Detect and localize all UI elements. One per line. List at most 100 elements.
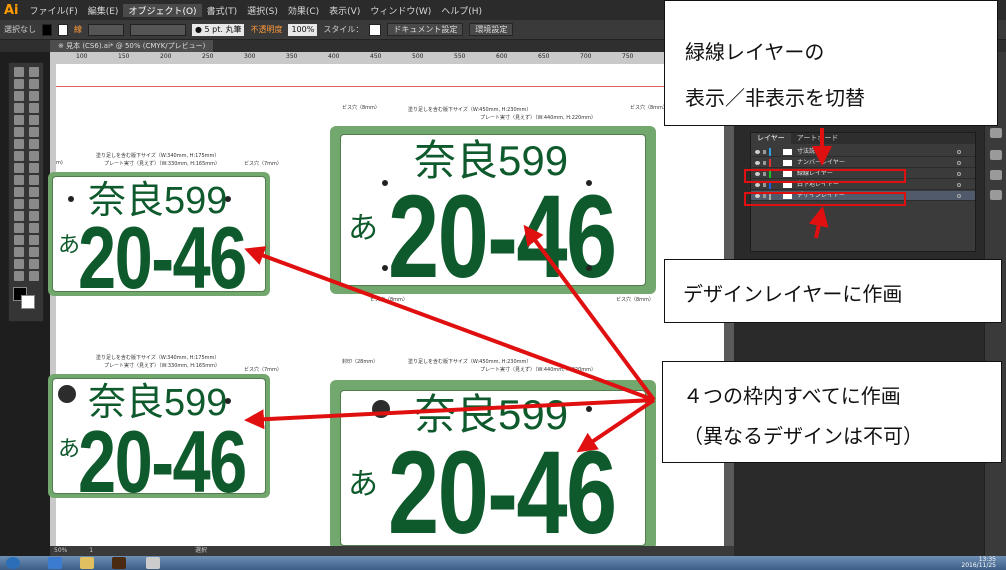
app-logo: Ai: [4, 2, 19, 18]
ruler-tick-label: 350: [286, 53, 298, 60]
artboard-number[interactable]: 1: [69, 547, 93, 554]
tool-icon[interactable]: [29, 103, 39, 113]
plate-kana-text: あ: [348, 212, 378, 245]
start-button-icon[interactable]: [6, 557, 20, 569]
tool-icon[interactable]: [29, 67, 39, 77]
tool-icon[interactable]: [14, 127, 24, 137]
tool-icon[interactable]: [29, 247, 39, 257]
layers-panel-tabs: レイヤー アートボード: [751, 133, 975, 144]
highlight-design-layer: [744, 192, 906, 206]
menu-help[interactable]: ヘルプ(H): [436, 4, 487, 17]
illustrator-icon[interactable]: [112, 557, 126, 569]
document-setup-button[interactable]: ドキュメント設定: [387, 23, 464, 36]
paint-icon[interactable]: [146, 557, 160, 569]
stroke-weight-field[interactable]: [88, 23, 124, 36]
layer-row[interactable]: ナンバーレイヤー: [751, 158, 975, 168]
document-tab[interactable]: ※ 見本 (CS6).ai* @ 50% (CMYK/プレビュー): [50, 40, 214, 52]
selection-status: 選択なし: [4, 25, 36, 34]
browser-icon[interactable]: [48, 557, 62, 569]
target-circle-icon[interactable]: [957, 194, 961, 198]
tool-icon[interactable]: [14, 91, 24, 101]
tool-icon[interactable]: [14, 103, 24, 113]
target-circle-icon[interactable]: [957, 150, 961, 154]
tool-icon[interactable]: [29, 235, 39, 245]
menu-view[interactable]: 表示(V): [324, 4, 365, 17]
tool-icon[interactable]: [29, 139, 39, 149]
style-swatch[interactable]: [369, 23, 382, 36]
tab-layers[interactable]: レイヤー: [751, 133, 791, 144]
menu-type[interactable]: 書式(T): [202, 4, 243, 17]
brush-select[interactable]: ● 5 pt. 丸筆: [192, 23, 245, 36]
tool-icon[interactable]: [14, 259, 24, 269]
visibility-eye-icon[interactable]: [755, 183, 760, 187]
tool-icon[interactable]: [29, 211, 39, 221]
tool-icon[interactable]: [29, 127, 39, 137]
menu-object[interactable]: オブジェクト(O): [123, 3, 202, 17]
visibility-eye-icon[interactable]: [755, 161, 760, 165]
tool-icon[interactable]: [14, 67, 24, 77]
tool-icon[interactable]: [14, 223, 24, 233]
tool-icon[interactable]: [29, 223, 39, 233]
tool-icon[interactable]: [29, 151, 39, 161]
callout-all-line1: ４つの枠内すべてに作画: [683, 384, 901, 408]
tool-icon[interactable]: [14, 151, 24, 161]
target-circle-icon[interactable]: [957, 161, 961, 165]
tool-icon[interactable]: [14, 79, 24, 89]
opacity-label: 不透明度: [250, 25, 283, 34]
tool-icon[interactable]: [14, 175, 24, 185]
variable-width-field[interactable]: [130, 23, 186, 36]
horizontal-ruler[interactable]: 100 150 200 250 300 350 400 450 500 550 600 650 700 7…: [50, 52, 728, 64]
opacity-field[interactable]: 100%: [288, 23, 318, 36]
lock-icon[interactable]: [763, 161, 766, 165]
system-clock[interactable]: 13:35 2016/11/25: [961, 557, 996, 569]
menu-window[interactable]: ウィンドウ(W): [365, 4, 436, 17]
tool-icon[interactable]: [14, 115, 24, 125]
tool-icon[interactable]: [29, 259, 39, 269]
highlight-green-line-layer: [744, 169, 906, 183]
tool-icon[interactable]: [14, 139, 24, 149]
swatches-panel-icon[interactable]: [990, 150, 1002, 160]
tool-icon[interactable]: [29, 115, 39, 125]
fill-swatch[interactable]: [42, 23, 52, 36]
screw-hole: [382, 180, 388, 186]
tool-icon[interactable]: [14, 271, 24, 281]
tool-icon[interactable]: [29, 175, 39, 185]
symbols-panel-icon[interactable]: [990, 190, 1002, 200]
callout-all-line2: （異なるデザインは不可）: [683, 424, 923, 448]
annotation-plate-size: プレート実寸（見えず）（W:440mm, H:220mm）: [480, 367, 597, 373]
lock-icon[interactable]: [763, 183, 766, 187]
tool-icon[interactable]: [14, 187, 24, 197]
lock-icon[interactable]: [763, 150, 766, 154]
tool-icon[interactable]: [29, 199, 39, 209]
tool-icon[interactable]: [14, 211, 24, 221]
tool-icon[interactable]: [29, 187, 39, 197]
menu-file[interactable]: ファイル(F): [25, 4, 83, 17]
tab-artboards[interactable]: アートボード: [791, 133, 845, 144]
target-circle-icon[interactable]: [957, 172, 961, 176]
menu-select[interactable]: 選択(S): [242, 4, 283, 17]
zoom-level[interactable]: 50%: [50, 547, 67, 554]
tool-icon[interactable]: [29, 91, 39, 101]
brushes-panel-icon[interactable]: [990, 170, 1002, 180]
visibility-eye-icon[interactable]: [755, 150, 760, 154]
ruler-tick-label: 550: [454, 53, 466, 60]
menu-edit[interactable]: 編集(E): [83, 4, 124, 17]
annotation-screw-hole: ビス穴（8mm）: [342, 105, 380, 111]
explorer-icon[interactable]: [80, 557, 94, 569]
tool-icon[interactable]: [14, 199, 24, 209]
screw-hole: [586, 406, 592, 412]
tool-icon[interactable]: [14, 163, 24, 173]
stroke-swatch[interactable]: [58, 23, 68, 36]
preferences-button[interactable]: 環境設定: [469, 23, 514, 36]
tool-icon[interactable]: [29, 163, 39, 173]
menu-effect[interactable]: 効果(C): [283, 4, 324, 17]
target-circle-icon[interactable]: [957, 183, 961, 187]
color-panel-icon[interactable]: [990, 128, 1002, 138]
tool-icon[interactable]: [29, 79, 39, 89]
tool-icon[interactable]: [29, 271, 39, 281]
layer-row[interactable]: 寸法説明: [751, 147, 975, 157]
screw-hole: [225, 398, 231, 404]
tool-icon[interactable]: [14, 247, 24, 257]
stroke-color-icon[interactable]: [21, 295, 35, 309]
tool-icon[interactable]: [14, 235, 24, 245]
